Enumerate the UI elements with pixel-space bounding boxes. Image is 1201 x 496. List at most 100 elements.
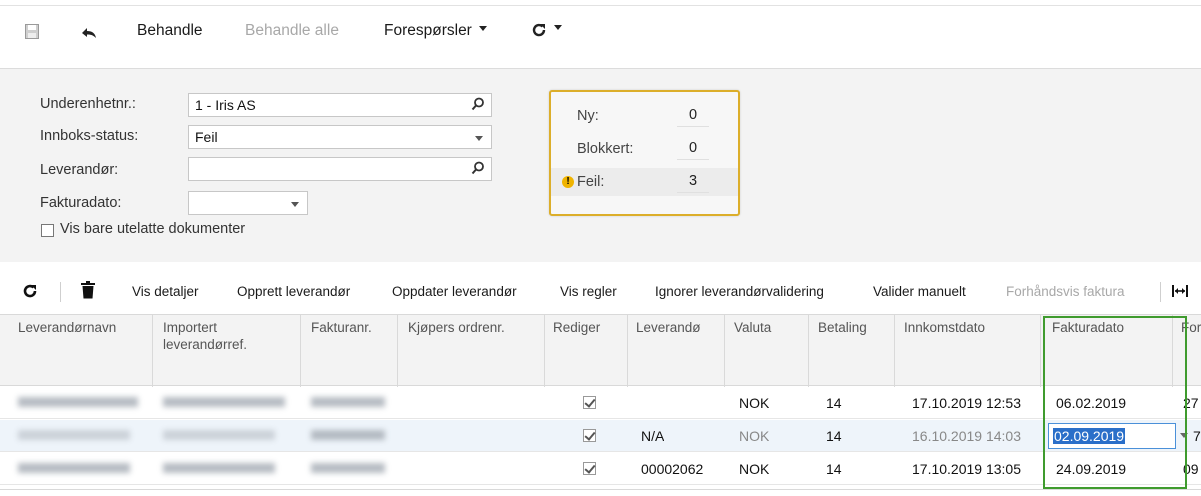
edit-checkbox[interactable] [583, 429, 596, 442]
column-divider [397, 315, 398, 387]
invoice-date-label: Fakturadato: [40, 195, 122, 211]
view-details-button[interactable]: Vis detaljer [132, 284, 199, 299]
edit-checkbox[interactable] [583, 396, 596, 409]
subunit-value: 1 - Iris AS [195, 97, 256, 113]
undo-icon[interactable] [80, 24, 98, 43]
delete-icon[interactable] [81, 281, 95, 302]
inbox-status-label: Innboks-status: [40, 128, 139, 144]
redacted-invoice-no [311, 397, 385, 407]
grid-header: Leverandørnavn Importert leverandørref. … [0, 314, 1201, 387]
col-received[interactable]: Innkomstdato [904, 319, 1034, 336]
redacted-supplier-name [18, 463, 130, 473]
table-row[interactable]: N/A NOK 14 16.10.2019 14:03 02.09.2019 7 [0, 420, 1201, 452]
col-payment[interactable]: Betaling [818, 319, 888, 336]
column-divider [894, 315, 895, 387]
payment-cell: 14 [826, 395, 842, 411]
filter-panel: Underenhetnr.: 1 - Iris AS Innboks-statu… [0, 68, 1201, 262]
inbox-status-value: Feil [195, 129, 218, 145]
inbox-status-select[interactable]: Feil [188, 125, 492, 149]
count-error-row[interactable]: ! Feil: 3 [551, 168, 738, 196]
highlight-annotation [1043, 316, 1187, 489]
window-top-border [0, 0, 1201, 6]
process-button[interactable]: Behandle [137, 22, 203, 40]
refresh-menu[interactable] [531, 21, 562, 39]
currency-cell: NOK [739, 428, 770, 444]
payment-cell: 14 [826, 461, 842, 477]
table-row[interactable]: NOK 14 17.10.2019 12:53 06.02.2019 27 [0, 387, 1201, 419]
chevron-down-icon [478, 26, 487, 32]
chevron-down-icon [291, 202, 299, 207]
column-divider [152, 315, 153, 387]
count-blocked-value: 0 [677, 140, 709, 160]
redacted-imported-ref [163, 397, 285, 407]
redacted-supplier-name [18, 430, 130, 440]
omitted-only-checkbox[interactable] [41, 224, 54, 237]
col-buyer-order[interactable]: Kjøpers ordrenr. [408, 319, 538, 336]
status-counts-panel: Ny: 0 Blokkert: 0 ! Feil: 3 [549, 90, 740, 216]
refresh-icon[interactable] [22, 283, 38, 302]
validate-manual-button[interactable]: Valider manuelt [873, 284, 966, 299]
next-cell: 7 [1193, 428, 1201, 444]
view-rules-button[interactable]: Vis regler [560, 284, 617, 299]
process-all-button[interactable]: Behandle alle [245, 22, 339, 40]
currency-cell: NOK [739, 395, 770, 411]
supplier-input[interactable] [188, 157, 492, 181]
count-new-value: 0 [677, 107, 709, 127]
column-divider [300, 315, 301, 387]
subunit-label: Underenhetnr.: [40, 96, 136, 112]
column-divider [724, 315, 725, 387]
create-supplier-button[interactable]: Opprett leverandør [237, 284, 350, 299]
main-toolbar: Behandle Behandle alle Forespørsler [0, 12, 1201, 58]
redacted-invoice-no [311, 430, 385, 440]
chevron-down-icon [554, 25, 562, 31]
count-new-label: Ny: [577, 108, 599, 124]
supplier-label: Leverandør: [40, 162, 119, 178]
col-supplier[interactable]: Leverandø [636, 319, 722, 336]
warning-icon: ! [562, 176, 574, 188]
redacted-invoice-no [311, 463, 385, 473]
edit-checkbox[interactable] [583, 462, 596, 475]
received-cell: 16.10.2019 14:03 [912, 428, 1021, 444]
redacted-supplier-name [18, 397, 138, 407]
col-invoice-no[interactable]: Fakturanr. [311, 319, 395, 336]
omitted-only-label: Vis bare utelatte dokumenter [60, 221, 246, 237]
count-error-label: Feil: [577, 174, 605, 190]
col-currency[interactable]: Valuta [734, 319, 804, 336]
preview-invoice-button[interactable]: Forhåndsvis faktura [1006, 284, 1125, 299]
col-supplier-name[interactable]: Leverandørnavn [18, 319, 150, 336]
grid-toolbar: Vis detaljer Opprett leverandør Oppdater… [0, 270, 1201, 314]
subunit-input[interactable]: 1 - Iris AS [188, 93, 492, 117]
search-icon[interactable] [471, 97, 485, 114]
requests-menu[interactable]: Forespørsler [384, 22, 487, 40]
column-divider [1040, 315, 1041, 387]
requests-menu-label: Forespørsler [384, 22, 472, 39]
supplier-cell: N/A [641, 428, 665, 444]
count-error-value: 3 [677, 173, 709, 193]
count-blocked-label: Blokkert: [577, 141, 634, 157]
payment-cell: 14 [826, 428, 842, 444]
column-divider [544, 315, 545, 387]
chevron-down-icon [475, 136, 483, 141]
search-icon[interactable] [471, 161, 485, 178]
save-icon[interactable] [25, 24, 39, 42]
col-edit[interactable]: Rediger [553, 319, 625, 336]
col-imported-ref[interactable]: Importert leverandørref. [163, 319, 283, 353]
received-cell: 17.10.2019 12:53 [912, 395, 1021, 411]
count-blocked-row[interactable]: Blokkert: 0 [551, 135, 738, 163]
currency-cell: NOK [739, 461, 770, 477]
invoice-date-input[interactable] [188, 191, 308, 215]
toolbar-divider [60, 282, 61, 302]
update-supplier-button[interactable]: Oppdater leverandør [392, 284, 517, 299]
redacted-imported-ref [163, 463, 275, 473]
received-cell: 17.10.2019 13:05 [912, 461, 1021, 477]
redacted-imported-ref [163, 430, 275, 440]
table-row[interactable]: 00002062 NOK 14 17.10.2019 13:05 24.09.2… [0, 453, 1201, 485]
column-divider [627, 315, 628, 387]
fit-columns-icon[interactable] [1172, 284, 1188, 301]
toolbar-divider [1160, 282, 1161, 302]
ignore-validation-button[interactable]: Ignorer leverandørvalidering [655, 284, 824, 299]
count-new-row[interactable]: Ny: 0 [551, 102, 738, 130]
column-divider [808, 315, 809, 387]
supplier-cell: 00002062 [641, 461, 704, 477]
refresh-icon [532, 23, 546, 37]
